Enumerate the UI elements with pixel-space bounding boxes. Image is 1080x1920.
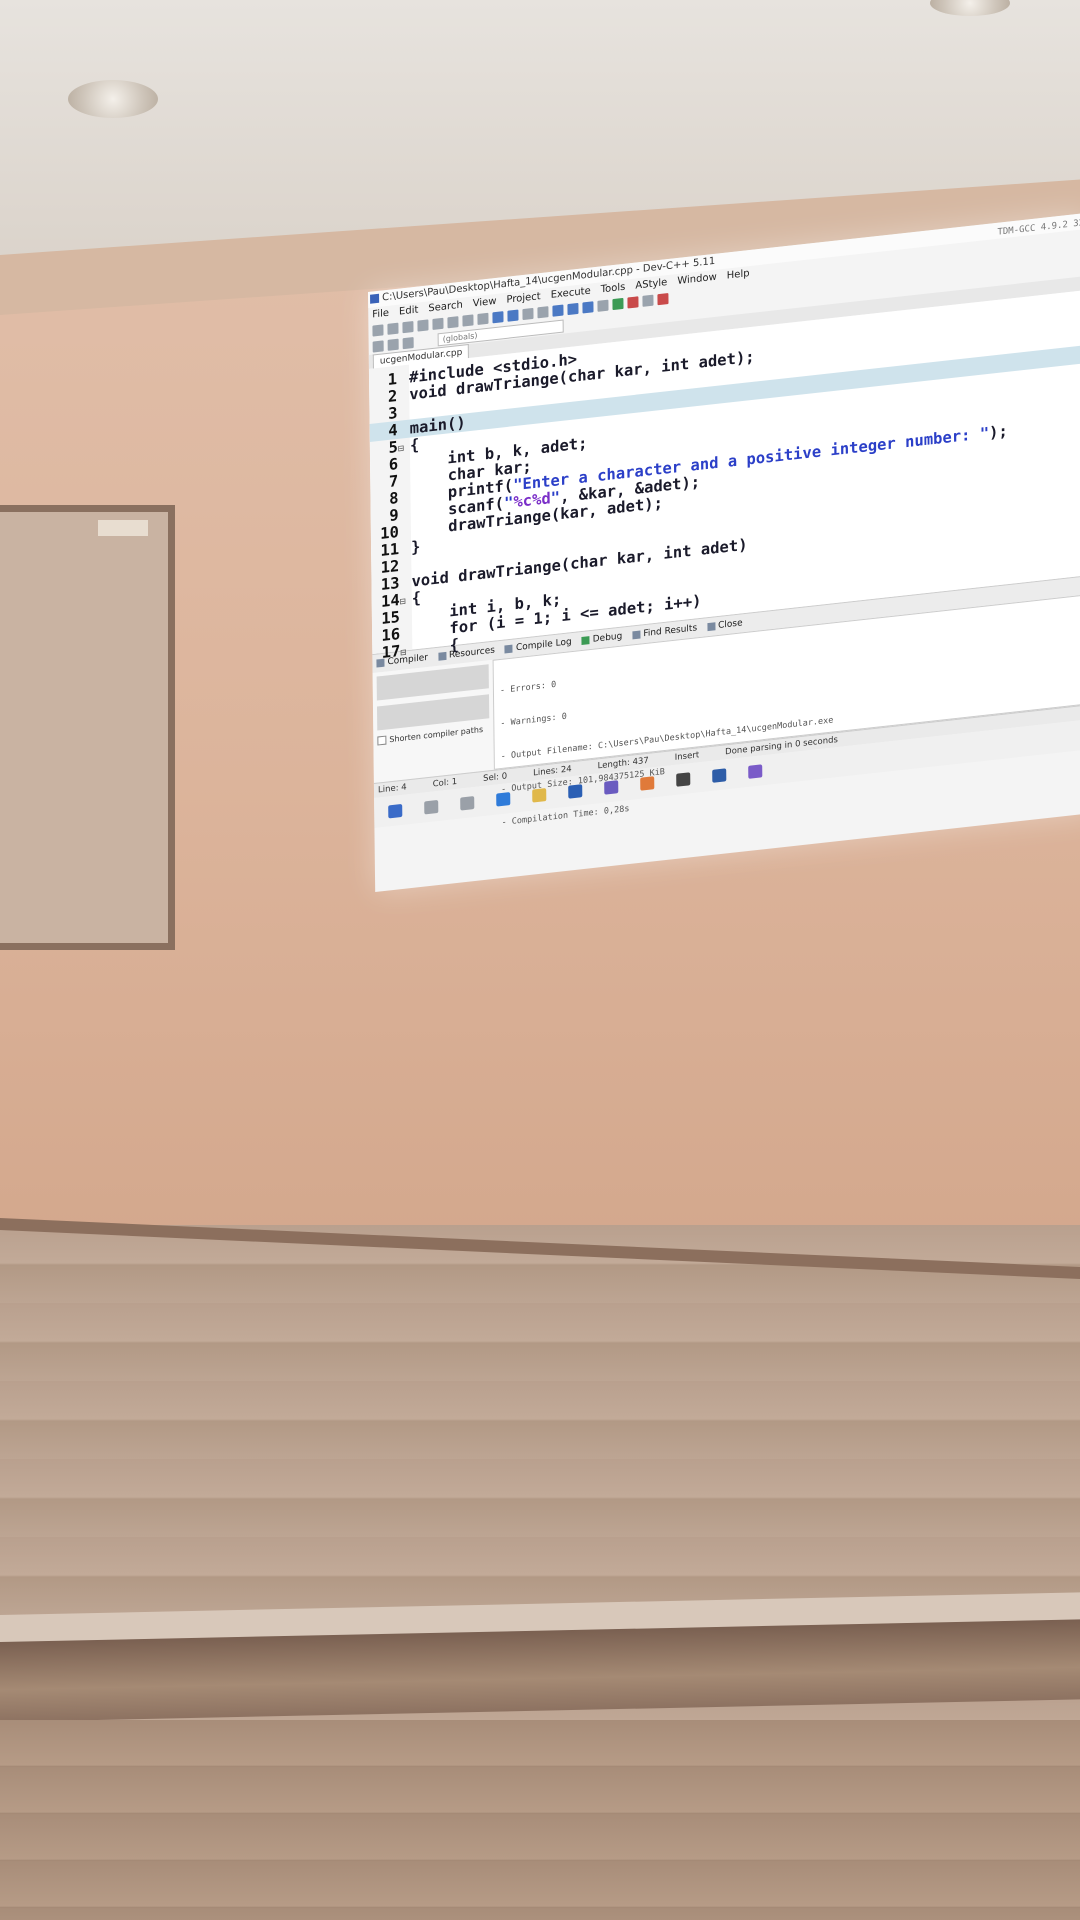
compile-icon[interactable] [552,304,564,317]
replace-icon[interactable] [507,309,519,322]
store-icon[interactable] [568,783,583,799]
fold-marker [397,400,409,401]
whiteboard [0,505,175,950]
checkbox-box [377,735,387,746]
unindent-icon[interactable] [537,305,549,318]
menu-edit[interactable]: Edit [399,302,419,319]
app-icon[interactable] [604,779,619,795]
ceiling-light [68,80,158,118]
fold-marker [398,485,410,486]
menu-file[interactable]: File [372,306,389,323]
fold-marker [400,638,412,639]
fold-marker [399,519,411,520]
chart-icon[interactable] [642,294,654,307]
log-line: - Output Size: 101,984375125 KiB [501,767,665,796]
bookmark-icon[interactable] [387,338,399,351]
new-file-icon[interactable] [372,323,384,337]
fold-marker [399,570,411,571]
fold-marker [399,553,411,554]
file-explorer-icon[interactable] [532,787,547,803]
open-file-icon[interactable] [387,322,399,335]
print-icon[interactable] [447,315,459,328]
debug-icon[interactable] [657,292,669,305]
check-icon[interactable] [612,297,624,310]
goto-icon[interactable] [402,336,414,349]
fold-marker [399,502,411,503]
status-col: Col: 1 [432,776,458,790]
edge-icon[interactable] [496,791,511,807]
browser-icon[interactable] [640,775,655,791]
line-number: 17 [381,641,401,662]
mail-icon[interactable] [676,771,691,787]
devcpp-app-icon [370,293,380,304]
fold-marker [399,536,411,537]
fold-marker [398,417,410,418]
status-sel: Sel: 0 [483,771,508,784]
task-view-icon[interactable] [460,795,475,811]
rebuild-icon[interactable] [597,299,609,312]
class-browser-icon[interactable] [372,339,384,353]
close-icon[interactable] [432,317,444,330]
save-icon[interactable] [402,320,414,333]
compiler-side: Shorten compiler paths [373,660,494,783]
run-icon[interactable] [567,302,579,315]
status-mode: Insert [674,750,700,763]
start-icon[interactable] [388,803,403,818]
menu-view[interactable]: View [473,294,497,312]
undo-icon[interactable] [462,313,474,327]
projected-screen: C:\Users\Pau\Desktop\Hafta_14\ucgenModul… [368,212,1080,893]
menu-help[interactable]: Help [727,266,750,284]
compile-run-icon[interactable] [582,300,594,313]
devcpp-taskbar-icon[interactable] [748,763,763,779]
fold-marker [398,468,410,469]
shorten-paths-label: Shorten compiler paths [389,724,484,745]
save-all-icon[interactable] [417,318,429,332]
redo-icon[interactable] [477,312,489,325]
menu-tools[interactable]: Tools [601,280,626,298]
word-icon[interactable] [712,767,727,783]
fold-marker[interactable]: ⊟ [400,644,412,663]
log-line: - Compilation Time: 0,28s [501,803,630,829]
fold-marker [400,621,412,622]
search-icon[interactable] [424,799,439,814]
fold-marker [400,587,412,588]
indent-icon[interactable] [522,307,534,320]
find-icon[interactable] [492,310,504,323]
fold-marker [397,383,409,384]
lower-floor [0,1720,1080,1920]
whiteboard-clip [98,520,148,536]
log-line: - Warnings: 0 [500,711,567,730]
fold-marker [398,434,410,435]
stop-icon[interactable] [627,295,639,309]
